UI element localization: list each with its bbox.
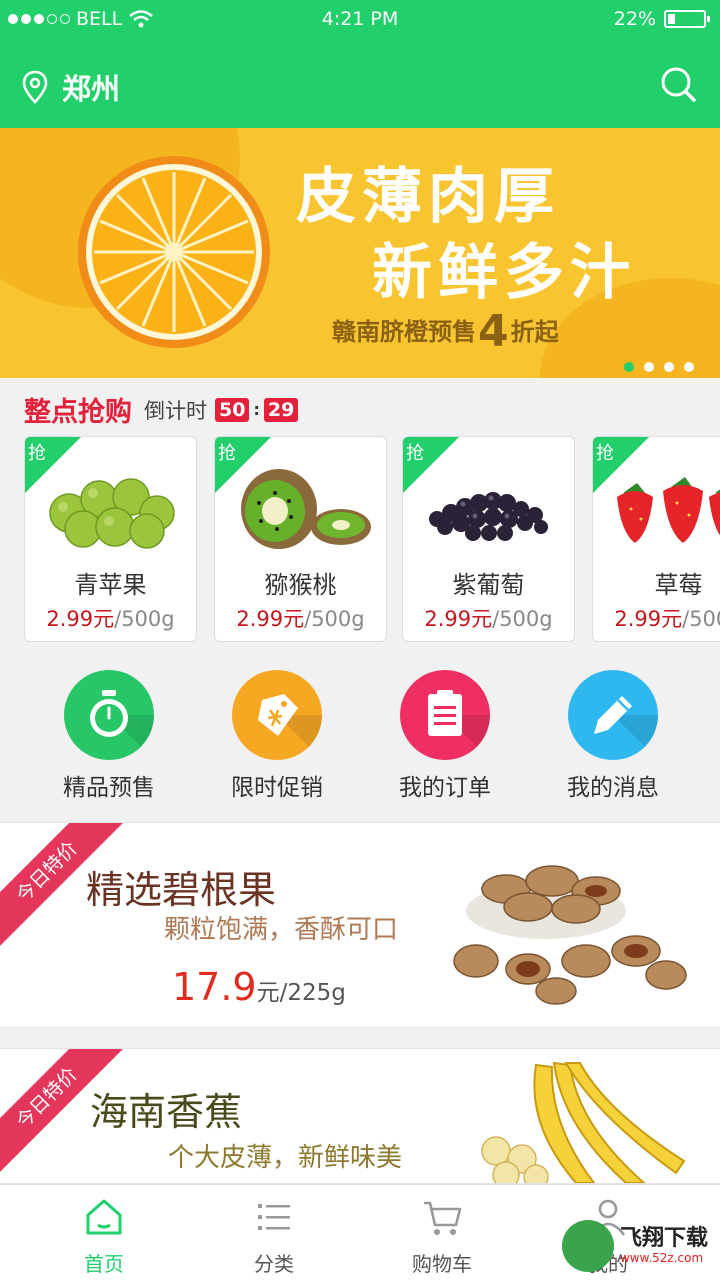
promo-title: 精选碧根果	[86, 868, 277, 912]
tab-label: 首页	[84, 1252, 124, 1276]
product-name: 猕猴桃	[264, 571, 337, 599]
product-card[interactable]: 抢 青苹果 2.99元/500g	[24, 436, 197, 642]
countdown-label: 倒计时	[144, 398, 207, 423]
carousel-dot[interactable]	[664, 362, 674, 372]
banner-headline-2: 新鲜多汁	[372, 238, 636, 308]
tab-cart[interactable]: 购物车	[382, 1195, 502, 1277]
watermark-logo-icon	[561, 1220, 614, 1272]
price-unit: /500g	[492, 607, 553, 631]
tab-label: 分类	[254, 1252, 294, 1276]
promo-price: 17.9元/225g	[172, 965, 346, 1009]
product-name: 草莓	[654, 571, 703, 599]
menu-item-label: 我的消息	[567, 775, 659, 801]
carousel-dot[interactable]	[644, 362, 654, 372]
menu-item-label: 我的订单	[399, 775, 491, 801]
menu-item-label: 限时促销	[231, 775, 323, 801]
watermark-name: 飞翔下载	[619, 1225, 708, 1251]
battery-percent: 22%	[613, 8, 656, 30]
banner-subtitle: 赣南脐橙预售4折起	[332, 306, 559, 357]
product-price: 2.99元/500g	[215, 603, 386, 633]
countdown-minutes: 50	[215, 397, 250, 422]
carousel-dot[interactable]	[624, 362, 634, 372]
menu-item-orders[interactable]: 我的订单	[370, 670, 520, 802]
product-price: 2.99元/500g	[593, 603, 720, 633]
clock: 4:21 PM	[321, 8, 399, 30]
shortcut-menu: 精品预售 限时促销 我的订单 我的消息	[0, 660, 720, 810]
status-bar: BELL 4:21 PM 22%	[0, 0, 720, 40]
search-icon[interactable]	[658, 64, 698, 104]
pencil-icon	[594, 696, 658, 760]
promo-banner[interactable]: 皮薄肉厚 新鲜多汁 赣南脐橙预售4折起	[0, 128, 720, 378]
home-icon	[86, 1199, 122, 1235]
app-header: 郑州	[0, 46, 720, 126]
price-unit: /500g	[114, 607, 175, 631]
price-unit: /500g	[682, 607, 720, 631]
price-value: 2.99元	[614, 607, 683, 631]
daily-deal-banana[interactable]: 今日特价 海南香蕉 个大皮薄，新鲜味美	[0, 1048, 720, 1184]
banana-image	[481, 1061, 686, 1183]
banner-sub-prefix: 赣南脐橙预售	[332, 318, 476, 346]
stopwatch-icon	[90, 690, 154, 760]
promo-title: 海南香蕉	[90, 1090, 243, 1134]
price-unit: /500g	[304, 607, 365, 631]
tab-home[interactable]: 首页	[44, 1195, 164, 1277]
flash-sale-title: 整点抢购	[24, 397, 132, 428]
promo-subtitle: 个大皮薄，新鲜味美	[168, 1143, 403, 1173]
watermark: 飞翔下载 www.52z.com	[561, 1220, 708, 1272]
cart-icon	[424, 1201, 462, 1235]
countdown-seconds: 29	[263, 397, 299, 422]
location-pin-icon	[22, 70, 48, 104]
strawberry-image	[617, 477, 720, 543]
top-bar: BELL 4:21 PM 22% 郑州	[0, 0, 720, 128]
product-card[interactable]: 抢 草莓 2.99元/500g	[592, 436, 720, 642]
product-name: 青苹果	[74, 571, 147, 599]
city-label: 郑州	[62, 72, 121, 106]
clipboard-icon	[428, 690, 490, 760]
grape-image	[429, 492, 548, 541]
promo-price-unit: /225g	[279, 980, 346, 1006]
product-card[interactable]: 抢 猕猴桃 2.99元/500g	[214, 436, 387, 642]
location-selector[interactable]: 郑州	[22, 66, 120, 108]
flash-tag-label: 抢	[218, 443, 236, 464]
carousel-indicators[interactable]	[624, 362, 694, 372]
kiwi-image	[241, 469, 371, 549]
pecan-image	[453, 865, 687, 1005]
list-icon	[258, 1204, 290, 1230]
menu-item-label: 精品预售	[63, 775, 155, 801]
daily-deal-pecan[interactable]: 今日特价 精选碧根果 颗粒饱满，香酥可口 17.9元/225g	[0, 822, 720, 1028]
banner-sub-number: 4	[478, 306, 509, 357]
price-tag-icon	[258, 694, 322, 760]
product-name: 紫葡萄	[452, 571, 525, 599]
tab-category[interactable]: 分类	[214, 1195, 334, 1277]
price-value: 2.99元	[236, 607, 305, 631]
banner-sub-suffix: 折起	[510, 318, 559, 346]
promo-price-currency: 元	[256, 980, 280, 1006]
watermark-url: www.52z.com	[619, 1251, 704, 1266]
orange-slice-image	[78, 156, 270, 348]
product-price: 2.99元/500g	[403, 603, 574, 633]
promo-price-value: 17.9	[172, 965, 257, 1009]
flash-tag-label: 抢	[596, 443, 614, 464]
price-value: 2.99元	[46, 607, 115, 631]
banner-headline-1: 皮薄肉厚	[296, 162, 560, 232]
price-value: 2.99元	[424, 607, 493, 631]
carousel-dot[interactable]	[684, 362, 694, 372]
product-card[interactable]: 抢 紫葡萄 2.99元/500g	[402, 436, 575, 642]
green-apple-image	[49, 478, 175, 549]
menu-item-presale[interactable]: 精品预售	[34, 670, 184, 802]
flash-tag-label: 抢	[28, 443, 46, 464]
promo-subtitle: 颗粒饱满，香酥可口	[164, 915, 399, 945]
battery-icon	[664, 10, 710, 28]
menu-item-messages[interactable]: 我的消息	[538, 670, 688, 802]
flash-sale-header: 整点抢购 倒计时 50 : 29	[24, 390, 299, 429]
product-price: 2.99元/500g	[25, 603, 196, 633]
tab-label: 购物车	[412, 1252, 472, 1276]
menu-item-promotion[interactable]: 限时促销	[202, 670, 352, 802]
flash-sale-list[interactable]: 抢 青苹果 2.99元/500g 抢 猕猴桃 2.99元/500g 抢 紫葡萄 …	[24, 436, 720, 642]
flash-tag-label: 抢	[406, 443, 424, 464]
